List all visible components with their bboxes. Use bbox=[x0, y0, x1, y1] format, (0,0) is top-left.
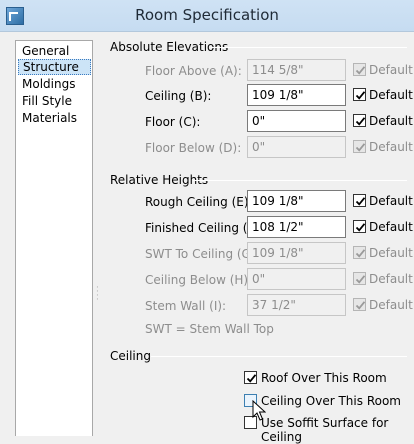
swt-to-ceiling-field: 109 1/8" bbox=[247, 242, 346, 264]
rough-ceiling-default-checkbox[interactable] bbox=[353, 194, 366, 207]
floor-label: Floor (C): bbox=[145, 115, 201, 129]
floor-above-default-checkbox bbox=[353, 63, 366, 76]
stem-wall-default-label: Default bbox=[369, 298, 413, 312]
floor-below-label: Floor Below (D): bbox=[145, 141, 242, 155]
use-soffit-label[interactable]: Use Soffit Surface for Ceiling bbox=[261, 416, 414, 444]
finished-ceiling-default-label: Default bbox=[369, 220, 413, 234]
nav-item-materials[interactable]: Materials bbox=[18, 110, 91, 126]
title-bar: Room Specification bbox=[0, 0, 414, 32]
ceiling-below-default-label: Default bbox=[369, 272, 413, 286]
nav-item-fill-style[interactable]: Fill Style bbox=[18, 93, 91, 109]
roof-over-room-label[interactable]: Roof Over This Room bbox=[261, 371, 387, 385]
nav-item-structure[interactable]: Structure bbox=[18, 59, 91, 75]
divider bbox=[211, 47, 407, 48]
ceiling-default-label: Default bbox=[369, 88, 413, 102]
floor-below-default-checkbox bbox=[353, 140, 366, 153]
floor-field[interactable]: 0" bbox=[247, 110, 346, 132]
ceiling-default-checkbox[interactable] bbox=[353, 88, 366, 101]
ceiling-below-default-checkbox bbox=[353, 272, 366, 285]
ceiling-group-header: Ceiling bbox=[110, 349, 151, 363]
panel-resize-grip[interactable]: · · · · bbox=[96, 284, 99, 305]
floor-default-label: Default bbox=[369, 114, 413, 128]
floor-below-field: 0" bbox=[247, 136, 346, 158]
category-list[interactable]: General Structure Moldings Fill Style Ma… bbox=[15, 40, 93, 436]
floor-default-checkbox[interactable] bbox=[353, 114, 366, 127]
divider bbox=[193, 180, 407, 181]
finished-ceiling-label: Finished Ceiling (F): bbox=[145, 221, 264, 235]
rough-ceiling-default-label: Default bbox=[369, 194, 413, 208]
mouse-pointer-icon bbox=[252, 400, 266, 421]
stem-wall-default-checkbox bbox=[353, 298, 366, 311]
divider bbox=[151, 356, 407, 357]
roof-over-room-checkbox[interactable] bbox=[244, 371, 257, 384]
floor-above-label: Floor Above (A): bbox=[145, 64, 242, 78]
nav-item-moldings[interactable]: Moldings bbox=[18, 76, 91, 92]
nav-item-general[interactable]: General bbox=[18, 43, 91, 59]
ceiling-label: Ceiling (B): bbox=[145, 89, 212, 103]
stem-wall-field: 37 1/2" bbox=[247, 294, 346, 316]
floor-below-default-label: Default bbox=[369, 140, 413, 154]
finished-ceiling-default-checkbox[interactable] bbox=[353, 220, 366, 233]
ceiling-below-field: 0" bbox=[247, 268, 346, 290]
window-title: Room Specification bbox=[135, 6, 279, 24]
stem-wall-label: Stem Wall (I): bbox=[145, 299, 227, 313]
ceiling-field[interactable]: 109 1/8" bbox=[247, 84, 346, 106]
ceiling-below-label: Ceiling Below (H): bbox=[145, 273, 253, 287]
ceiling-over-room-label[interactable]: Ceiling Over This Room bbox=[261, 394, 401, 408]
rough-ceiling-label: Rough Ceiling (E): bbox=[145, 195, 253, 209]
swt-to-ceiling-default-checkbox bbox=[353, 246, 366, 259]
floor-above-field: 114 5/8" bbox=[247, 59, 346, 81]
swt-to-ceiling-default-label: Default bbox=[369, 246, 413, 260]
finished-ceiling-field[interactable]: 108 1/2" bbox=[247, 216, 346, 238]
floor-above-default-label: Default bbox=[369, 63, 413, 77]
rough-ceiling-field[interactable]: 109 1/8" bbox=[247, 190, 346, 212]
swt-note: SWT = Stem Wall Top bbox=[145, 322, 274, 336]
swt-to-ceiling-label: SWT To Ceiling (G): bbox=[145, 247, 260, 261]
